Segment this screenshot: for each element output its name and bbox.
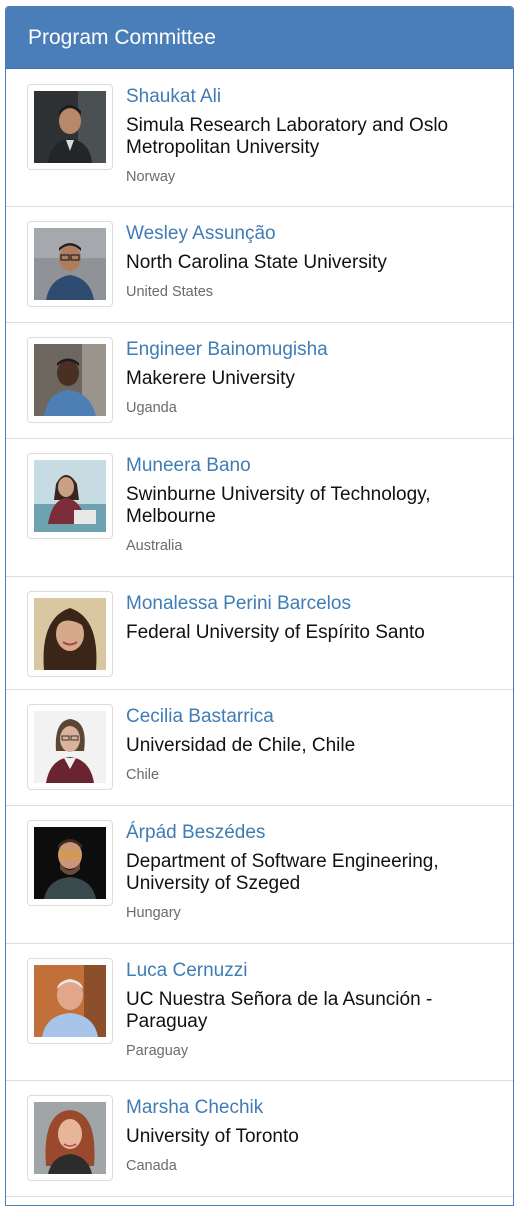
member-card: Marsha Chechik University of Toronto Can… [6,1081,513,1197]
member-card: Árpád Beszédes Department of Software En… [6,806,513,944]
member-country: Chile [126,767,160,783]
member-name-link[interactable]: Wesley Assunção [126,223,501,245]
member-country: Hungary [126,905,181,921]
member-country: United States [126,284,214,300]
member-name-link[interactable]: Árpád Beszédes [126,822,501,844]
portrait-image [34,91,106,163]
member-country: Canada [126,1158,177,1174]
member-photo[interactable] [27,591,113,677]
member-card: Cecilia Bastarrica Universidad de Chile,… [6,690,513,806]
member-affiliation: Swinburne University of Technology, Melb… [126,484,431,527]
member-card: Monalessa Perini Barcelos Federal Univer… [6,577,513,690]
member-photo[interactable] [27,704,113,790]
member-affiliation: Makerere University [126,368,295,389]
portrait-image [34,965,106,1037]
member-affiliation: UC Nuestra Señora de la Asunción - Parag… [126,989,433,1032]
portrait-image [34,598,106,670]
member-affiliation: Federal University of Espírito Santo [126,622,425,643]
member-card: Shaukat Ali Simula Research Laboratory a… [6,69,513,207]
member-name-link[interactable]: Cecilia Bastarrica [126,706,501,728]
member-photo[interactable] [27,84,113,170]
program-committee-panel: Program Committee Shaukat Ali Simula Res… [5,6,514,1206]
portrait-image [34,460,106,532]
member-affiliation: Universidad de Chile, Chile [126,735,356,756]
member-name-link[interactable]: Muneera Bano [126,455,501,477]
portrait-image [34,344,106,416]
member-name-link[interactable]: Monalessa Perini Barcelos [126,593,501,615]
member-name-link[interactable]: Engineer Bainomugisha [126,339,501,361]
member-photo[interactable] [27,958,113,1044]
member-card: Engineer Bainomugisha Makerere Universit… [6,323,513,439]
portrait-image [34,827,106,899]
member-photo[interactable] [27,820,113,906]
member-card: Luca Cernuzzi UC Nuestra Señora de la As… [6,944,513,1081]
portrait-image [34,711,106,783]
member-photo[interactable] [27,453,113,539]
member-country: Australia [126,538,183,554]
member-affiliation: North Carolina State University [126,252,387,273]
member-photo[interactable] [27,1095,113,1181]
member-country: Uganda [126,400,177,416]
member-photo[interactable] [27,337,113,423]
member-name-link[interactable]: Marsha Chechik [126,1097,501,1119]
member-affiliation: Simula Research Laboratory and Oslo Metr… [126,115,449,158]
portrait-image [34,228,106,300]
member-affiliation: Department of Software Engineering, Univ… [126,851,439,894]
member-name-link[interactable]: Luca Cernuzzi [126,960,501,982]
portrait-image [34,1102,106,1174]
member-affiliation: University of Toronto [126,1126,299,1147]
member-name-link[interactable]: Shaukat Ali [126,86,501,108]
member-card: Wesley Assunção North Carolina State Uni… [6,207,513,323]
panel-title: Program Committee [6,7,513,69]
member-country: Norway [126,169,176,185]
member-photo[interactable] [27,221,113,307]
member-card: Muneera Bano Swinburne University of Tec… [6,439,513,577]
member-country: Paraguay [126,1043,189,1059]
